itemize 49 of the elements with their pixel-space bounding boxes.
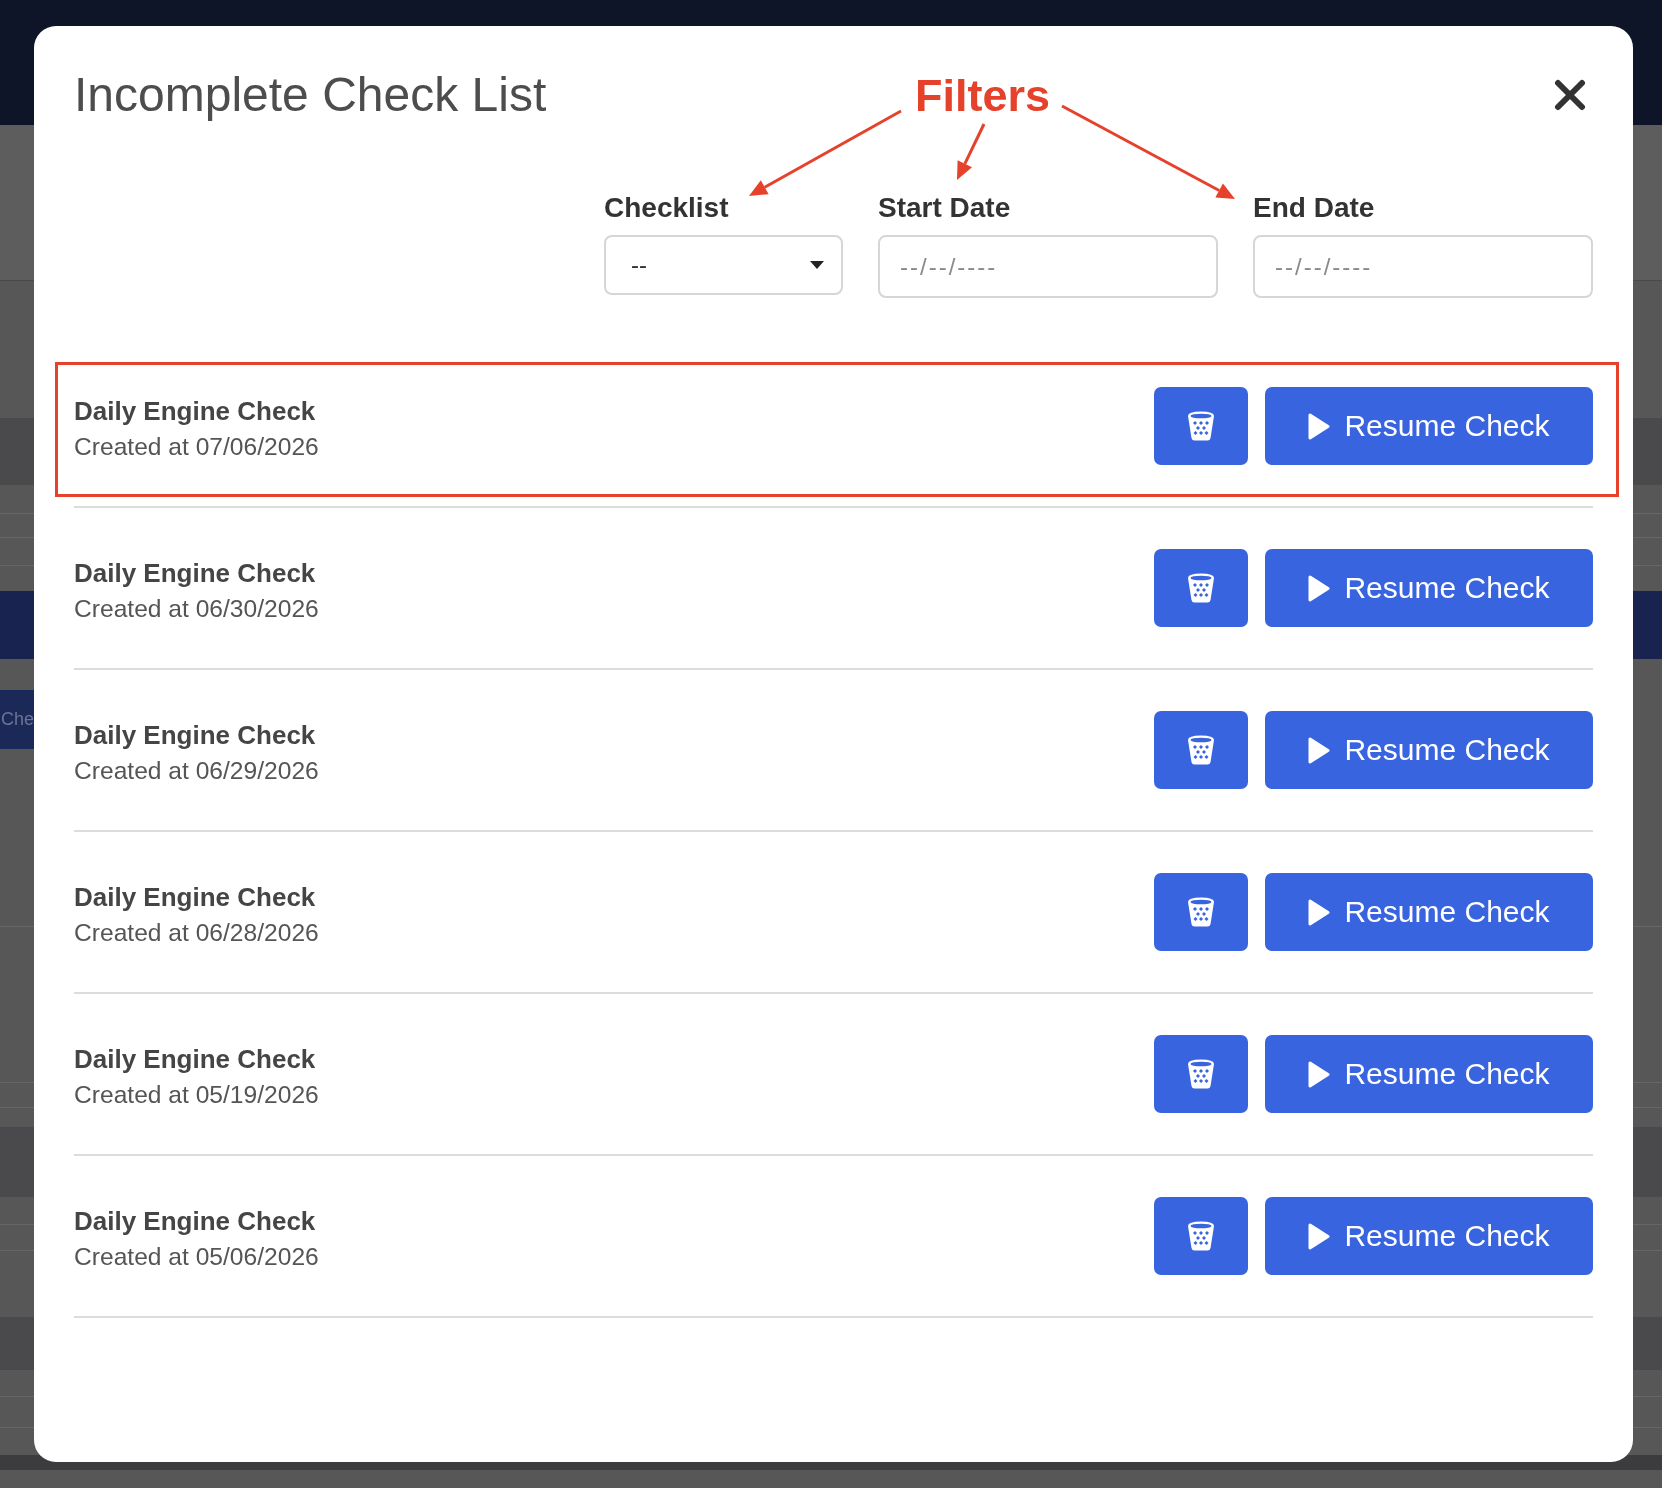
caret-icon	[810, 261, 824, 269]
check-title: Daily Engine Check	[74, 1043, 316, 1076]
background-heading: Che	[0, 690, 34, 749]
trash-icon	[1187, 897, 1215, 927]
created-date: Created at 05/06/2026	[74, 1242, 319, 1272]
delete-button[interactable]	[1154, 711, 1248, 789]
play-icon	[1308, 898, 1331, 926]
check-title: Daily Engine Check	[74, 557, 316, 590]
resume-button[interactable]: Resume Check	[1265, 1035, 1593, 1113]
trash-icon	[1187, 573, 1215, 603]
annotation-label: Filters	[915, 73, 1051, 118]
trash-icon	[1187, 735, 1215, 765]
resume-button[interactable]: Resume Check	[1265, 549, 1593, 627]
delete-button[interactable]	[1154, 873, 1248, 951]
resume-button[interactable]: Resume Check	[1265, 711, 1593, 789]
play-icon	[1308, 412, 1331, 440]
created-date: Created at 06/30/2026	[74, 594, 319, 624]
delete-button[interactable]	[1154, 549, 1248, 627]
play-icon	[1308, 1060, 1331, 1088]
delete-button[interactable]	[1154, 1035, 1248, 1113]
date-field[interactable]: --/--/----	[1253, 235, 1593, 298]
modal-title: Incomplete Check List	[74, 67, 547, 122]
filter-label: Checklist	[604, 192, 730, 224]
trash-icon	[1187, 1059, 1215, 1089]
created-date: Created at 06/29/2026	[74, 756, 319, 786]
created-date: Created at 07/06/2026	[74, 432, 319, 462]
close-button[interactable]	[1554, 78, 1586, 111]
delete-button[interactable]	[1154, 387, 1248, 465]
check-title: Daily Engine Check	[74, 1205, 316, 1238]
select-field[interactable]: --	[604, 235, 843, 295]
date-field[interactable]: --/--/----	[878, 235, 1218, 298]
check-title: Daily Engine Check	[74, 881, 316, 914]
resume-button[interactable]: Resume Check	[1265, 387, 1593, 465]
trash-icon	[1187, 1221, 1215, 1251]
close-icon	[1554, 78, 1586, 111]
filter-label: End Date	[1253, 192, 1376, 224]
resume-button[interactable]: Resume Check	[1265, 1197, 1593, 1275]
delete-button[interactable]	[1154, 1197, 1248, 1275]
annotation-arrow	[957, 123, 986, 180]
play-icon	[1308, 736, 1331, 764]
created-date: Created at 06/28/2026	[74, 918, 319, 948]
filter-label: Start Date	[878, 192, 1012, 224]
play-icon	[1308, 574, 1331, 602]
play-icon	[1308, 1222, 1331, 1250]
resume-button[interactable]: Resume Check	[1265, 873, 1593, 951]
check-title: Daily Engine Check	[74, 719, 316, 752]
trash-icon	[1187, 411, 1215, 441]
created-date: Created at 05/19/2026	[74, 1080, 319, 1110]
check-title: Daily Engine Check	[74, 395, 316, 428]
